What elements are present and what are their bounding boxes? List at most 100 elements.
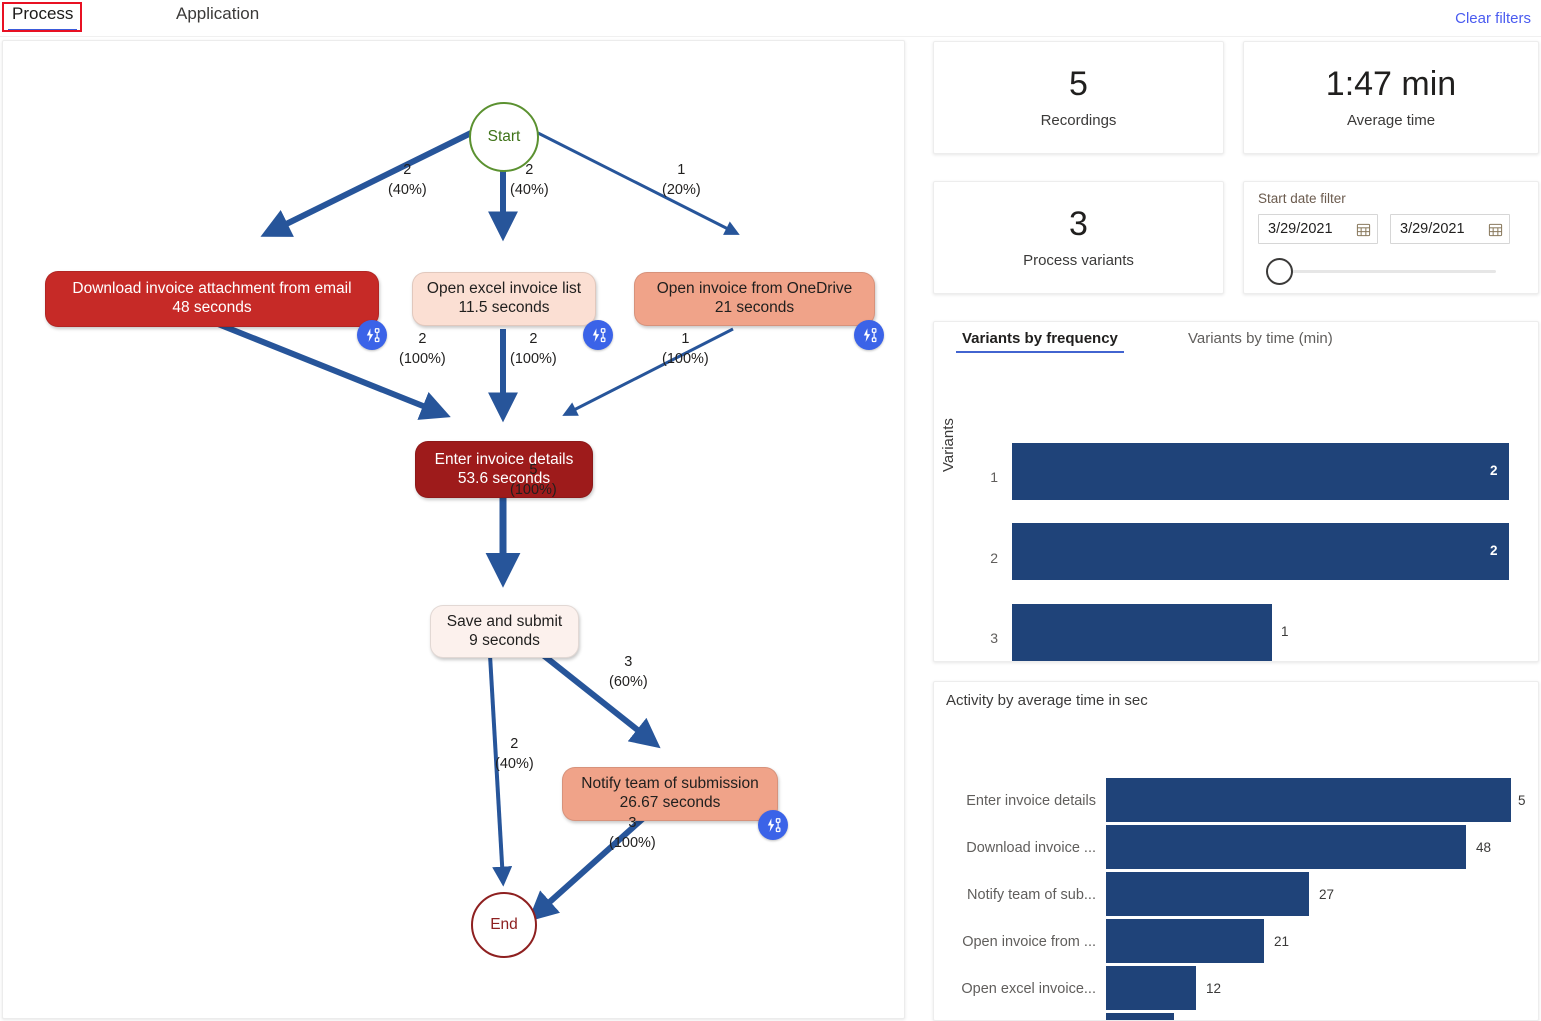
tab-application-label: Application: [176, 4, 260, 23]
variants-chart-card: Variants by frequency Variants by time (…: [933, 321, 1539, 662]
variants-bar[interactable]: [1012, 523, 1509, 580]
edge-label-openexcel-enter: 2 (100%): [510, 330, 557, 369]
edge-count: 2: [525, 162, 534, 178]
start-date-from-input[interactable]: 3/29/2021: [1258, 214, 1378, 244]
node-title: Notify team of submission: [581, 775, 759, 793]
variants-bar[interactable]: [1012, 443, 1509, 500]
node-title: Open excel invoice list: [426, 280, 582, 298]
edge-percent: (60%): [609, 673, 648, 690]
tab-application[interactable]: Application: [172, 4, 263, 31]
kpi-label: Average time: [1346, 112, 1436, 130]
process-map-edges: [216, 130, 740, 922]
date-range-slider-track[interactable]: [1280, 270, 1496, 273]
variants-bar-value: 2: [1490, 463, 1498, 478]
kpi-card-recordings: 5 Recordings: [933, 41, 1224, 154]
start-node-label: Start: [487, 128, 521, 145]
activity-category-label: Enter invoice details: [966, 793, 1096, 809]
calendar-icon[interactable]: [1488, 222, 1503, 237]
kpi-value: 3: [1069, 204, 1088, 243]
edge-label-notify-end: 3 (100%): [609, 814, 656, 853]
start-date-from-value: 3/29/2021: [1268, 221, 1333, 237]
edge-percent: (20%): [662, 181, 701, 198]
activity-bar[interactable]: [1106, 966, 1196, 1010]
activity-bar[interactable]: [1106, 872, 1309, 916]
flow-automation-icon-notify[interactable]: [758, 810, 788, 840]
node-duration: 48 seconds: [172, 299, 252, 316]
edge-count: 1: [681, 331, 690, 347]
process-node-save-and-submit[interactable]: Save and submit 9 seconds: [430, 605, 579, 658]
tab-variants-by-frequency[interactable]: Variants by frequency: [956, 330, 1124, 353]
date-range-slider-thumb[interactable]: [1266, 258, 1293, 285]
edge-label-download-enter: 2 (100%): [399, 330, 446, 369]
activity-bar[interactable]: [1106, 778, 1511, 822]
edge-percent: (100%): [609, 834, 656, 851]
flow-automation-icon-download[interactable]: [357, 320, 387, 350]
activity-bar-value: 5: [1518, 793, 1526, 808]
activity-chart-card: Activity by average time in sec Enter in…: [933, 681, 1539, 1021]
edge-percent: (40%): [388, 181, 427, 198]
edge-percent: (100%): [662, 350, 709, 367]
edge-count: 2: [418, 331, 427, 347]
process-node-download-invoice[interactable]: Download invoice attachment from email 4…: [45, 271, 379, 327]
start-date-filter-title: Start date filter: [1258, 191, 1346, 206]
edge-label-onedrive-enter: 1 (100%): [662, 330, 709, 369]
edge-percent: (100%): [510, 350, 557, 367]
flow-automation-icon-open-excel[interactable]: [583, 320, 613, 350]
kpi-label: Recordings: [1040, 112, 1117, 130]
tab-variants-by-time[interactable]: Variants by time (min): [1182, 330, 1339, 353]
node-title: Download invoice attachment from email: [72, 280, 352, 298]
right-side-panel: 5 Recordings 1:47 min Average time 3 Pro…: [933, 36, 1539, 1021]
edge-count: 2: [529, 331, 538, 347]
calendar-icon[interactable]: [1356, 222, 1371, 237]
edge-label-start-openexcel: 2 (40%): [510, 161, 549, 200]
variants-y-axis-title: Variants: [940, 418, 957, 472]
tab-variants-by-frequency-label: Variants by frequency: [962, 330, 1118, 347]
edge-count: 1: [677, 162, 686, 178]
kpi-value: 5: [1069, 64, 1088, 103]
flow-automation-icon: [366, 327, 379, 342]
node-duration: 11.5 seconds: [458, 299, 550, 316]
start-date-to-value: 3/29/2021: [1400, 221, 1465, 237]
top-tab-bar: Process Application Clear filters: [0, 0, 1541, 37]
variants-category-label: 3: [990, 630, 998, 646]
variants-tab-active-underline: [956, 351, 1124, 353]
activity-bar-value: 12: [1206, 981, 1222, 996]
node-duration: 21 seconds: [714, 299, 795, 316]
kpi-value: 1:47 min: [1325, 64, 1457, 103]
process-map-panel: Start Download invoice attachment from e…: [2, 40, 905, 1019]
activity-chart-title: Activity by average time in sec: [946, 692, 1148, 709]
process-mining-screen: Process Application Clear filters Start …: [0, 0, 1541, 1021]
node-title: Save and submit: [446, 612, 563, 630]
tab-process[interactable]: Process: [8, 4, 78, 31]
edge-percent: (40%): [510, 181, 549, 198]
edge-count: 3: [624, 654, 633, 670]
edge-count: 2: [510, 736, 519, 752]
edge-percent: (100%): [510, 481, 557, 498]
process-node-notify-team[interactable]: Notify team of submission 26.67 seconds: [562, 767, 778, 821]
activity-bar[interactable]: [1106, 825, 1466, 869]
edge-percent: (100%): [399, 350, 446, 367]
edge-label-save-end: 2 (40%): [495, 735, 534, 774]
kpi-card-average-time: 1:47 min Average time: [1243, 41, 1539, 154]
end-node-label: End: [490, 916, 518, 933]
start-date-to-input[interactable]: 3/29/2021: [1390, 214, 1510, 244]
edge-label-save-notify: 3 (60%): [609, 653, 648, 692]
activity-bar[interactable]: [1106, 919, 1264, 963]
activity-bar-value: 48: [1476, 840, 1492, 855]
activity-bar-value: 21: [1274, 934, 1290, 949]
flow-automation-icon-onedrive[interactable]: [854, 320, 884, 350]
activity-category-label: Open invoice from ...: [962, 934, 1096, 950]
variants-category-label: 2: [990, 550, 998, 566]
process-node-enter-invoice-details[interactable]: Enter invoice details 53.6 seconds: [415, 441, 593, 498]
node-title: Open invoice from OneDrive: [656, 280, 853, 298]
process-node-open-onedrive[interactable]: Open invoice from OneDrive 21 seconds: [634, 272, 875, 326]
activity-category-label: Open excel invoice...: [961, 981, 1096, 997]
end-node[interactable]: End: [471, 892, 537, 958]
flow-automation-icon: [767, 817, 780, 832]
activity-bar[interactable]: [1106, 1013, 1174, 1020]
edge-label-start-onedrive: 1 (20%): [662, 161, 701, 200]
clear-filters-link[interactable]: Clear filters: [1455, 10, 1531, 27]
node-duration: 26.67 seconds: [619, 794, 721, 811]
process-node-open-excel[interactable]: Open excel invoice list 11.5 seconds: [412, 272, 596, 326]
variants-bar[interactable]: [1012, 604, 1272, 661]
